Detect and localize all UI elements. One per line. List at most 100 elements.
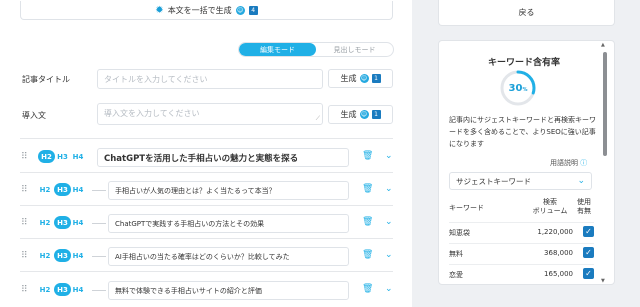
trash-icon[interactable]: 🗑 — [362, 184, 373, 194]
keyword-row: 恋愛 165,000 ✓ — [449, 264, 594, 284]
column-volume-line2: ボリューム — [532, 207, 568, 215]
trash-icon[interactable]: 🗑 — [362, 217, 373, 227]
column-volume-line1: 検索 — [543, 198, 557, 206]
heading-row-h3: ⠿ H2 H3 H4 ChatGPTで実践する手相占いの方法とその効果 🗑 ⌄ — [0, 211, 412, 235]
chevron-down-icon: ⌄ — [577, 176, 585, 186]
h3-toggle[interactable]: H3 — [54, 283, 71, 296]
glossary-label: 用語説明 — [550, 159, 578, 167]
glossary-link[interactable]: 用語説明 ⓘ — [550, 158, 587, 168]
h2-toggle[interactable]: H2 — [38, 283, 52, 296]
coin-icon: ☺ — [235, 5, 245, 15]
keyword-panel: キーワード含有率 30% 記事内にサジェストキーワードと再検索キーワードを多く含… — [438, 40, 615, 285]
generate-title-count: 1 — [371, 74, 381, 83]
heading-row-h3: ⠿ H2 H3 H4 無料で体験できる手相占いサイトの紹介と評価 🗑 ⌄ — [0, 278, 412, 302]
h4-toggle[interactable]: H4 — [71, 183, 85, 196]
drag-handle-icon[interactable]: ⠿ — [21, 152, 28, 162]
intro-label: 導入文 — [22, 111, 46, 120]
heading-input[interactable]: AI手相占いの当たる確率はどのくらいか？比較してみた — [108, 247, 349, 266]
chevron-down-icon[interactable]: ⌄ — [385, 284, 393, 294]
drag-handle-icon[interactable]: ⠿ — [21, 285, 28, 295]
keyword-used-checkbox[interactable]: ✓ — [583, 268, 594, 279]
title-placeholder: タイトルを入力してください — [104, 74, 208, 84]
coin-icon: ☺ — [359, 110, 369, 119]
title-label: 記事タイトル — [22, 75, 70, 84]
keyword-rate-unit: % — [522, 86, 528, 93]
indent-line — [92, 223, 106, 224]
chevron-down-icon[interactable]: ⌄ — [385, 184, 393, 194]
generate-intro-count: 1 — [371, 110, 381, 119]
heading-input[interactable]: 手相占いが人気の理由とは？よく当たるって本当？ — [108, 181, 349, 200]
keyword-volume: 368,000 — [544, 249, 573, 257]
heading-row-h3: ⠿ H2 H3 H4 AI手相占いの当たる確率はどのくらいか？比較してみた 🗑 … — [0, 244, 412, 268]
keyword-row: 無料 368,000 ✓ — [449, 243, 594, 263]
keyword-panel-title: キーワード含有率 — [487, 58, 560, 68]
generate-title-button[interactable]: 生成 ☺ 1 — [328, 69, 393, 88]
h2-toggle[interactable]: H2 — [38, 150, 55, 163]
h3-toggle[interactable]: H3 — [54, 249, 71, 262]
column-used-line1: 使用 — [577, 198, 591, 206]
scrollbar-thumb[interactable] — [603, 52, 607, 156]
keyword-used-checkbox[interactable]: ✓ — [583, 247, 594, 258]
trash-icon[interactable]: 🗑 — [362, 250, 373, 260]
heading-input[interactable]: ChatGPTを活用した手相占いの魅力と実態を探る — [97, 148, 349, 167]
keyword-name: 知恵袋 — [449, 229, 470, 237]
indent-line — [92, 256, 106, 257]
drag-handle-icon[interactable]: ⠿ — [21, 251, 28, 261]
chevron-down-icon[interactable]: ⌄ — [385, 151, 393, 161]
heading-input[interactable]: 無料で体験できる手相占いサイトの紹介と評価 — [108, 281, 349, 300]
h2-toggle[interactable]: H2 — [38, 216, 52, 229]
heading-row-h2: ⠿ H2 H3 H4 ChatGPTを活用した手相占いの魅力と実態を探る 🗑 ⌄ — [0, 145, 412, 169]
scroll-up-icon[interactable]: ▲ — [601, 42, 605, 48]
divider — [20, 172, 393, 173]
keyword-volume: 165,000 — [544, 270, 573, 278]
trash-icon[interactable]: 🗑 — [362, 284, 373, 294]
gear-icon: ✹ — [155, 4, 164, 16]
indent-line — [92, 190, 106, 191]
column-volume: 検索 ボリューム — [529, 198, 571, 216]
resize-handle-icon[interactable]: ⟋ — [316, 115, 320, 123]
keyword-rate: 30% — [499, 69, 537, 107]
divider — [20, 138, 393, 139]
mode-toggle: 編集モード 見出しモード — [238, 42, 394, 57]
h2-toggle[interactable]: H2 — [38, 183, 52, 196]
keyword-volume: 1,220,000 — [537, 228, 573, 236]
generate-all-label: 本文を一括で生成 — [167, 5, 232, 15]
chevron-down-icon[interactable]: ⌄ — [385, 217, 393, 227]
h3-toggle[interactable]: H3 — [56, 150, 69, 163]
keyword-name: 恋愛 — [449, 271, 463, 279]
trash-icon[interactable]: 🗑 — [362, 151, 373, 161]
heading-mode-tab[interactable]: 見出しモード — [316, 43, 393, 56]
title-input[interactable]: タイトルを入力してください — [97, 69, 323, 89]
generate-all-button[interactable]: ✹ 本文を一括で生成 ☺ 4 — [20, 1, 393, 20]
indent-line — [92, 290, 106, 291]
h4-toggle[interactable]: H4 — [71, 150, 85, 163]
h3-toggle[interactable]: H3 — [54, 183, 71, 196]
heading-input[interactable]: ChatGPTで実践する手相占いの方法とその効果 — [108, 214, 349, 233]
divider — [20, 238, 393, 239]
h4-toggle[interactable]: H4 — [71, 283, 85, 296]
keyword-type-select[interactable]: サジェストキーワード ⌄ — [449, 172, 592, 190]
intro-placeholder: 導入文を入力してください — [104, 109, 200, 118]
column-keyword: キーワード — [449, 204, 484, 212]
generate-intro-button[interactable]: 生成 ☺ 1 — [328, 105, 393, 124]
h4-toggle[interactable]: H4 — [71, 216, 85, 229]
h4-toggle[interactable]: H4 — [71, 249, 85, 262]
drag-handle-icon[interactable]: ⠿ — [21, 218, 28, 228]
chevron-down-icon[interactable]: ⌄ — [385, 250, 393, 260]
intro-textarea[interactable]: 導入文を入力してください ⟋ — [97, 103, 323, 125]
help-icon: ⓘ — [580, 159, 588, 167]
h3-toggle[interactable]: H3 — [54, 216, 71, 229]
keyword-used-checkbox[interactable]: ✓ — [583, 226, 594, 237]
back-button[interactable]: 戻る — [438, 0, 615, 26]
coin-icon: ☺ — [359, 74, 369, 83]
generate-title-label: 生成 — [340, 74, 357, 83]
h2-toggle[interactable]: H2 — [38, 249, 52, 262]
edit-mode-tab[interactable]: 編集モード — [239, 43, 316, 56]
generate-intro-label: 生成 — [340, 110, 357, 119]
article-editor: ✹ 本文を一括で生成 ☺ 4 編集モード 見出しモード 記事タイトル タイトルを… — [0, 0, 412, 307]
keyword-row: 知恵袋 1,220,000 ✓ — [449, 222, 594, 242]
drag-handle-icon[interactable]: ⠿ — [21, 185, 28, 195]
scroll-down-icon[interactable]: ▼ — [601, 278, 605, 284]
divider — [20, 271, 393, 272]
generate-all-count: 4 — [248, 5, 258, 15]
